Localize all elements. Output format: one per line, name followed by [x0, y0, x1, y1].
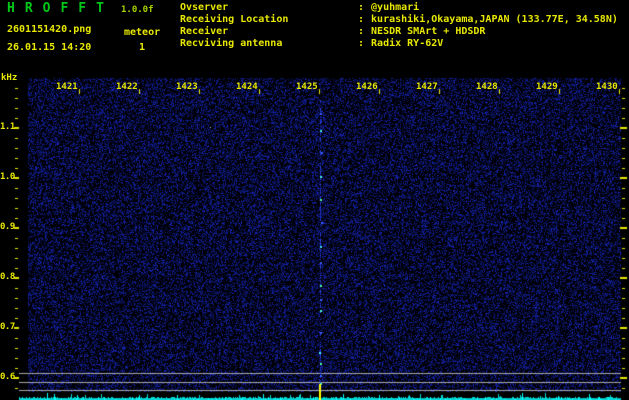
info-label: Recviving antenna	[180, 38, 283, 49]
freq-tick-label: 0.7	[0, 322, 15, 332]
freq-tick-label: 1.0	[0, 172, 15, 182]
info-label: Receiving Location	[180, 14, 289, 25]
observation-mode: meteor	[124, 27, 161, 38]
info-label: Ovserver	[180, 2, 229, 13]
info-row-observer: Ovserver: @yuhmari	[180, 2, 618, 14]
info-row-location: Receiving Location: kurashiki,Okayama,JAP…	[180, 14, 618, 26]
y-axis-unit-label: kHz	[1, 73, 18, 83]
time-tick-label: 1426	[356, 82, 378, 92]
time-tick-label: 1422	[116, 82, 138, 92]
info-value: Radix RY-62V	[371, 38, 444, 49]
info-separator: :	[358, 2, 365, 13]
info-separator: :	[358, 26, 365, 37]
info-value: kurashiki,Okayama,JAPAN (133.77E, 34.58N…	[371, 14, 618, 25]
info-value: @yuhmari	[371, 2, 420, 13]
info-separator: :	[358, 14, 365, 25]
info-row-receiver: Receiver: NESDR SMArt + HDSDR	[180, 26, 618, 38]
spectrogram-canvas	[0, 0, 629, 400]
info-row-antenna: Recviving antenna: Radix RY-62V	[180, 38, 618, 50]
time-tick-label: 1428	[476, 82, 498, 92]
freq-tick-label: 1.1	[0, 122, 15, 132]
time-tick-label: 1424	[236, 82, 258, 92]
freq-tick-label: 0.9	[0, 222, 15, 232]
time-tick-label: 1421	[56, 82, 78, 92]
time-tick-label: 1427	[416, 82, 438, 92]
output-filename: 2601151420.png	[7, 24, 92, 35]
observer-info-block: Ovserver: @yuhmari Receiving Location: kur…	[180, 2, 618, 50]
freq-tick-label: 0.8	[0, 272, 15, 282]
hrofft-screen: HROFFT 1.0.0f 2601151420.png meteor 26.0…	[0, 0, 629, 400]
channel-number: 1	[139, 42, 146, 53]
time-tick-label: 1425	[296, 82, 318, 92]
time-tick-label: 1429	[536, 82, 558, 92]
time-tick-label: 1430	[596, 82, 618, 92]
time-tick-label: 1423	[176, 82, 198, 92]
freq-tick-label: 0.6	[0, 372, 15, 382]
app-title: HROFFT	[7, 1, 114, 16]
app-version: 1.0.0f	[121, 5, 154, 15]
info-separator: :	[358, 38, 365, 49]
info-label: Receiver	[180, 26, 229, 37]
info-value: NESDR SMArt + HDSDR	[371, 26, 486, 37]
observation-datetime: 26.01.15 14:20	[7, 42, 92, 53]
